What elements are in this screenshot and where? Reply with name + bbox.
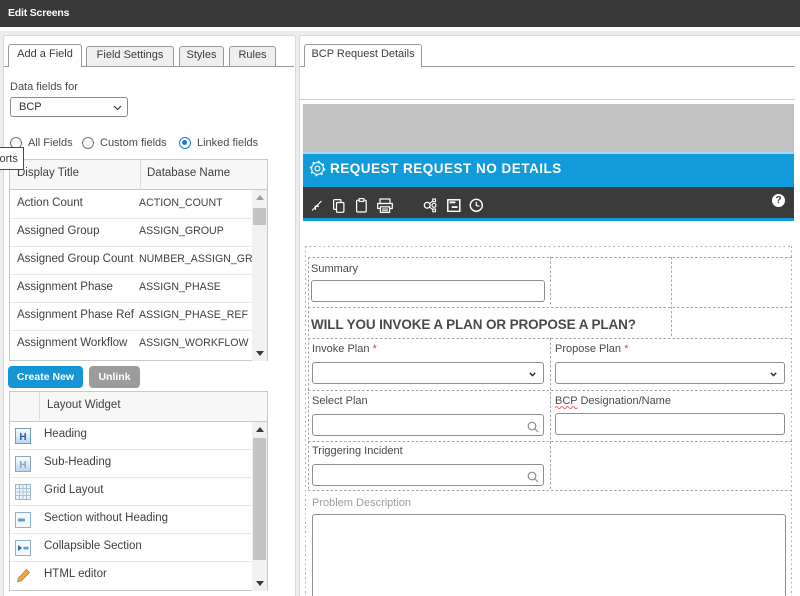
svg-text:H: H <box>19 432 26 443</box>
svg-text:H: H <box>19 460 26 471</box>
